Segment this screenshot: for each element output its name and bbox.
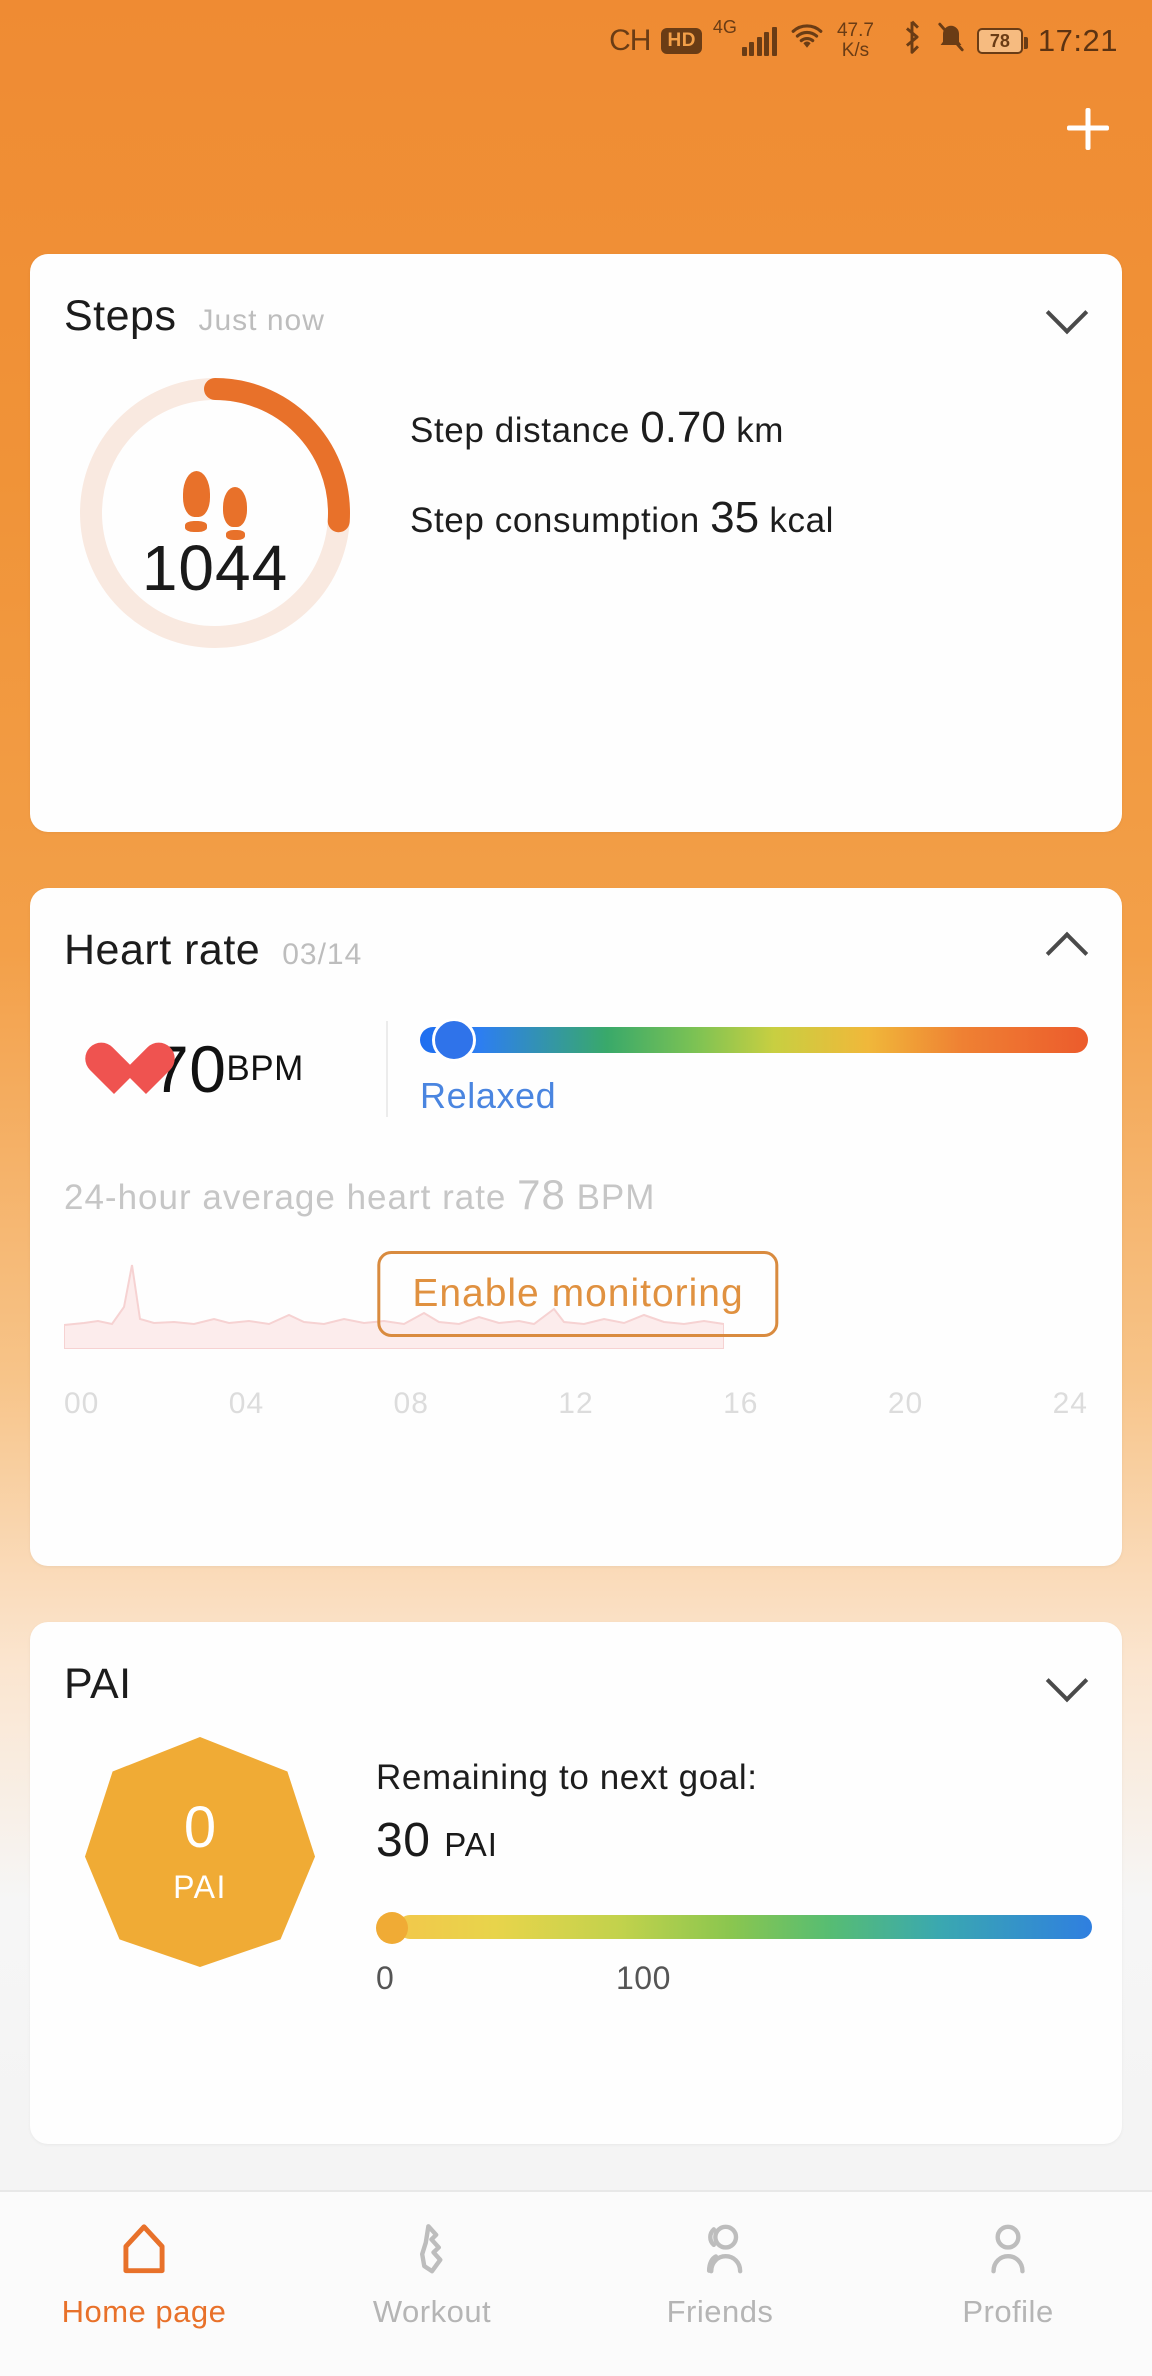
heart-rate-zone-marker[interactable] <box>432 1018 476 1062</box>
step-consumption-row: Step consumption 35 kcal <box>410 491 1102 545</box>
footprint-icon <box>177 471 253 540</box>
nav-item-workout[interactable]: Workout <box>288 2218 576 2330</box>
heart-rate-title: Heart rate <box>64 926 261 974</box>
heart-rate-card[interactable]: Heart rate 03/14 70 BPM Relaxed 24-hour … <box>30 888 1122 1566</box>
pai-scale-min: 0 <box>376 1959 395 1996</box>
friends-icon <box>689 2218 751 2280</box>
heart-rate-card-header: Heart rate 03/14 <box>30 888 1122 975</box>
axis-tick: 24 <box>1052 1387 1088 1420</box>
heart-rate-average-value: 78 <box>517 1171 566 1218</box>
axis-tick: 04 <box>228 1387 265 1420</box>
network-speed-indicator: 47.7 K/s <box>837 21 874 61</box>
pai-unit: PAI <box>173 1868 227 1905</box>
signal-bars-icon <box>741 26 777 56</box>
step-consumption-value: 35 <box>710 492 760 542</box>
step-count-value: 1044 <box>141 532 289 604</box>
nav-item-friends[interactable]: Friends <box>576 2218 864 2330</box>
nav-label-profile: Profile <box>962 2294 1054 2329</box>
axis-tick: 12 <box>558 1387 594 1420</box>
pai-goal-row: 30 PAI <box>376 1813 1092 1868</box>
heart-rate-chart: Enable monitoring <box>64 1229 1092 1369</box>
mute-icon <box>936 21 966 61</box>
nav-label-home: Home page <box>61 2294 227 2329</box>
pai-scale: 0 100 <box>376 1960 1092 1997</box>
app-header <box>0 82 1152 168</box>
steps-stats: Step distance 0.70 km Step consumption 3… <box>400 363 1122 693</box>
wifi-icon <box>788 22 826 60</box>
heart-rate-unit: BPM <box>226 1049 304 1088</box>
step-consumption-label: Step consumption <box>410 500 700 540</box>
pai-title: PAI <box>64 1660 132 1708</box>
pai-progress-marker[interactable] <box>376 1911 408 1944</box>
axis-tick: 20 <box>887 1387 924 1420</box>
steps-title: Steps <box>64 292 177 340</box>
heart-rate-date: 03/14 <box>282 938 363 971</box>
steps-progress-ring: 1044 <box>30 363 400 693</box>
heart-rate-zone-bar[interactable] <box>420 1018 1088 1062</box>
pai-gauge: 0 PAI <box>30 1717 370 2017</box>
profile-icon <box>977 2218 1039 2280</box>
steps-body: 1044 Step distance 0.70 km Step consumpt… <box>30 341 1122 693</box>
clock-label: 17:21 <box>1037 23 1118 58</box>
axis-tick: 08 <box>393 1387 429 1420</box>
bottom-navigation: Home page Workout Friends Profile <box>0 2190 1152 2376</box>
pai-progress-bar[interactable] <box>376 1911 1092 1944</box>
nav-item-profile[interactable]: Profile <box>864 2218 1152 2330</box>
heart-rate-axis: 00 04 08 12 16 20 24 <box>30 1387 1122 1421</box>
step-distance-unit: km <box>736 411 785 450</box>
pai-goal-unit: PAI <box>444 1825 498 1863</box>
step-distance-row: Step distance 0.70 km <box>410 401 1102 455</box>
battery-icon: 78 <box>976 28 1028 54</box>
pai-polygon: 0 PAI <box>85 1737 315 1967</box>
carrier-label: CH <box>609 24 651 57</box>
chevron-down-icon[interactable] <box>1045 288 1089 335</box>
steps-card-header: Steps Just now <box>30 254 1122 341</box>
bluetooth-icon <box>899 20 925 62</box>
steps-card[interactable]: Steps Just now 1044 Step distance 0.70 k… <box>30 254 1122 832</box>
step-distance-value: 0.70 <box>640 403 726 452</box>
heart-rate-average-label: 24-hour average heart rate <box>64 1178 507 1217</box>
network-type-label: 4G <box>712 17 737 37</box>
pai-goal-label: Remaining to next goal: <box>376 1758 758 1797</box>
axis-tick: 00 <box>64 1387 100 1420</box>
nav-label-workout: Workout <box>372 2294 492 2329</box>
heart-rate-average-row: 24-hour average heart rate 78 BPM <box>30 1171 1122 1219</box>
add-button[interactable] <box>1052 92 1124 164</box>
heart-rate-state-label: Relaxed <box>420 1075 557 1116</box>
step-distance-label: Step distance <box>410 411 630 450</box>
heart-rate-zone: Relaxed <box>410 1018 1088 1117</box>
chevron-up-icon[interactable] <box>1045 922 1089 975</box>
network-speed-unit: K/s <box>841 40 870 61</box>
shoe-icon <box>401 2218 463 2280</box>
heart-rate-current: 70 BPM Relaxed <box>30 975 1122 1117</box>
step-consumption-unit: kcal <box>769 500 835 540</box>
pai-goal-value: 30 <box>376 1813 431 1867</box>
pai-card[interactable]: PAI 0 PAI Remaining to next goal: 30 PAI <box>30 1622 1122 2144</box>
steps-timestamp: Just now <box>198 304 325 337</box>
network-speed-value: 47.7 <box>836 20 874 42</box>
pai-card-header: PAI <box>30 1622 1122 1709</box>
heart-rate-average-unit: BPM <box>576 1178 656 1217</box>
enable-monitoring-button[interactable]: Enable monitoring <box>377 1251 779 1337</box>
nav-label-friends: Friends <box>666 2294 774 2329</box>
hd-badge: HD <box>661 28 702 54</box>
heart-rate-reading: 70 BPM <box>60 1031 386 1107</box>
pai-value: 0 <box>183 1794 217 1860</box>
nav-item-home[interactable]: Home page <box>0 2218 288 2330</box>
home-icon <box>113 2218 175 2280</box>
pai-body: 0 PAI Remaining to next goal: 30 PAI 0 1… <box>30 1709 1122 2017</box>
divider <box>386 1021 388 1117</box>
chevron-down-icon[interactable] <box>1045 1656 1089 1703</box>
app-screen: CH HD 4G 47.7 K/s 78 17:21 Steps Just no… <box>0 0 1152 2376</box>
status-bar: CH HD 4G 47.7 K/s 78 17:21 <box>0 0 1152 82</box>
pai-progress-track <box>398 1914 1092 1939</box>
pai-goal-section: Remaining to next goal: 30 PAI 0 100 <box>370 1717 1122 2017</box>
heart-icon <box>84 1040 146 1098</box>
axis-tick: 16 <box>723 1387 759 1420</box>
pai-scale-max: 100 <box>616 1959 671 1996</box>
